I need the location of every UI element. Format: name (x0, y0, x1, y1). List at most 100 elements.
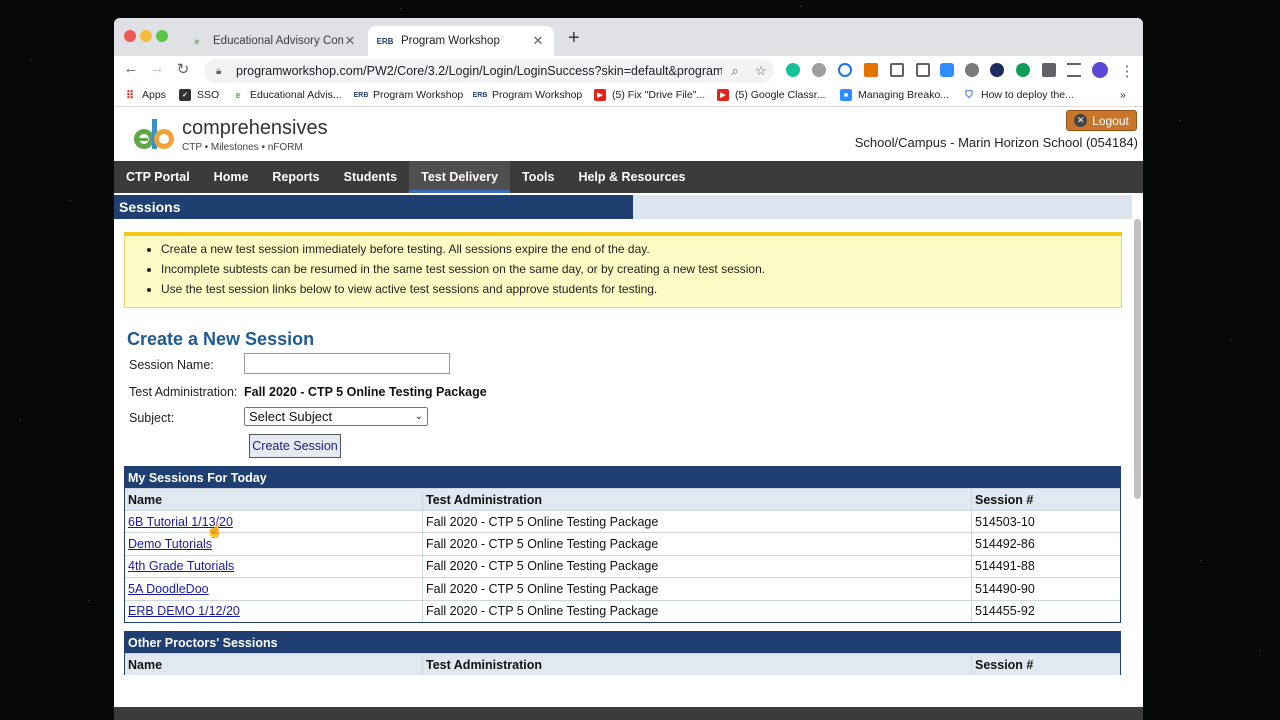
chevron-down-icon: ⌄ (414, 411, 423, 422)
session-link[interactable]: 5A DoodleDoo (128, 582, 209, 596)
bookmarks-bar: ⠿ Apps ✓ SSO e Educational Advis... ERB … (114, 86, 1143, 107)
table-cell: Fall 2020 - CTP 5 Online Testing Package (423, 511, 972, 533)
table-header-row: Name Test Administration Session # (125, 653, 1120, 675)
logout-button[interactable]: ✕ Logout (1066, 110, 1137, 131)
table-row: Demo Tutorials Fall 2020 - CTP 5 Online … (125, 532, 1120, 555)
more-menu-icon[interactable]: ⋮ (1116, 62, 1138, 80)
test-admin-value: Fall 2020 - CTP 5 Online Testing Package (244, 385, 487, 399)
erb-icon: ERB (472, 91, 488, 99)
table-row: ERB DEMO 1/12/20 Fall 2020 - CTP 5 Onlin… (125, 599, 1120, 622)
table-cell: Fall 2020 - CTP 5 Online Testing Package (423, 555, 972, 578)
bookmark-item[interactable]: ✓ SSO (179, 89, 219, 101)
sso-icon: ✓ (179, 89, 191, 101)
back-arrow-icon[interactable]: ← (120, 60, 142, 77)
browser-window: e Educational Advisory Company ✕ ERB Pro… (114, 18, 1143, 720)
extension-icon[interactable] (812, 63, 826, 77)
close-tab-icon[interactable]: ✕ (531, 33, 545, 49)
reload-icon[interactable]: ↻ (172, 60, 194, 78)
create-session-title: Create a New Session (127, 329, 315, 349)
erb-icon: e (235, 90, 241, 100)
column-header: Session # (975, 492, 1034, 507)
bookmark-item[interactable]: ▶ (5) Fix "Drive File"... (594, 89, 705, 101)
bookmark-item[interactable]: ▶ (5) Google Classr... (717, 89, 825, 101)
nav-students[interactable]: Students (332, 161, 409, 193)
session-link[interactable]: ERB DEMO 1/12/20 (128, 604, 240, 618)
main-nav: CTP Portal Home Reports Students Test De… (114, 161, 1143, 193)
page-scrollbar[interactable] (1134, 219, 1141, 499)
nav-help-resources[interactable]: Help & Resources (566, 161, 697, 193)
bookmark-item[interactable]: e Educational Advis... (232, 89, 341, 101)
bookmark-item[interactable]: ⠿ Apps (124, 89, 166, 102)
table-row: 4th Grade Tutorials Fall 2020 - CTP 5 On… (125, 554, 1120, 578)
zoom-extension-icon[interactable] (940, 63, 954, 77)
mouse-pointer-icon: ☝ (206, 522, 224, 538)
grammarly-extension-icon[interactable] (786, 63, 800, 77)
more-bookmarks-icon[interactable]: » (1120, 89, 1126, 101)
site-header: comprehensives CTP • Milestones • nFORM … (114, 107, 1143, 161)
youtube-icon: ▶ (717, 89, 729, 101)
test-admin-label: Test Administration: (129, 385, 238, 399)
table-header-row: Name Test Administration Session # (125, 488, 1120, 510)
column-header: Test Administration (423, 489, 972, 510)
nav-home[interactable]: Home (202, 161, 261, 193)
nav-test-delivery[interactable]: Test Delivery (409, 161, 511, 193)
close-circle-icon: ✕ (1074, 114, 1088, 127)
bookmark-item[interactable]: ERB Program Workshop (354, 89, 464, 101)
sessions-header-bar: Sessions (114, 195, 1143, 219)
maximize-window-icon[interactable] (156, 30, 168, 42)
address-bar[interactable]: 🔒︎ programworkshop.com/PW2/Core/3.2/Logi… (204, 59, 774, 83)
extension-icon[interactable] (864, 63, 878, 77)
forward-arrow-icon[interactable]: → (146, 60, 168, 77)
lock-icon: 🔒︎ (216, 65, 222, 77)
session-name-input[interactable] (244, 353, 450, 374)
puzzle-extensions-icon[interactable] (1042, 63, 1056, 77)
k-extension-icon[interactable] (990, 63, 1004, 77)
bookmark-item[interactable]: ■ Managing Breako... (840, 89, 949, 101)
instructions-notice: Create a new test session immediately be… (124, 232, 1122, 308)
session-name-label: Session Name: (129, 358, 214, 372)
column-header: Session # (975, 657, 1034, 672)
notice-item: Incomplete subtests can be resumed in th… (161, 263, 1121, 276)
profile-avatar[interactable] (1092, 62, 1108, 78)
bookmark-item[interactable]: ERB Program Workshop (472, 89, 583, 101)
comprehensives-logo[interactable]: comprehensives CTP • Milestones • nFORM (132, 117, 328, 153)
table-row: 5A DoodleDoo Fall 2020 - CTP 5 Online Te… (125, 577, 1120, 600)
table-cell: 514503-10 (975, 514, 1035, 529)
reading-list-icon[interactable] (1067, 63, 1081, 77)
subject-label: Subject: (129, 411, 175, 425)
minimize-window-icon[interactable] (140, 30, 152, 42)
extension-icon[interactable] (916, 63, 930, 77)
bookmark-star-icon[interactable]: ☆ (748, 63, 774, 79)
tab-program-workshop[interactable]: ERB Program Workshop ✕ (368, 26, 554, 56)
session-link[interactable]: Demo Tutorials (128, 537, 212, 551)
close-window-icon[interactable] (124, 30, 136, 42)
extension-icon[interactable] (965, 63, 979, 77)
new-tab-icon[interactable]: + (568, 27, 580, 50)
extension-icon[interactable] (1016, 63, 1030, 77)
nav-ctp-portal[interactable]: CTP Portal (114, 161, 202, 193)
extension-icon[interactable] (890, 63, 904, 77)
table-cell: 514491-88 (975, 559, 1035, 574)
close-tab-icon[interactable]: ✕ (343, 33, 357, 49)
subject-select[interactable]: Select Subject ⌄ (244, 407, 428, 426)
column-header: Name (125, 654, 423, 675)
extension-icon[interactable] (838, 63, 852, 77)
zoom-magnifier-icon[interactable]: ⌕ (722, 63, 748, 79)
nav-reports[interactable]: Reports (260, 161, 331, 193)
youtube-icon: ▶ (594, 89, 606, 101)
column-header: Test Administration (423, 654, 972, 675)
table-caption: Other Proctors' Sessions (125, 632, 1120, 653)
bookmark-item[interactable]: ⛉ How to deploy the... (963, 89, 1074, 101)
campus-label: School/Campus - Marin Horizon School (05… (854, 135, 1138, 150)
table-caption: My Sessions For Today (125, 467, 1120, 488)
session-link[interactable]: 4th Grade Tutorials (128, 559, 234, 573)
table-cell: 514490-90 (975, 581, 1035, 596)
my-sessions-table: My Sessions For Today Name Test Administ… (124, 466, 1121, 623)
tab-educational-advisory[interactable]: e Educational Advisory Company ✕ (180, 26, 366, 56)
notice-item: Use the test session links below to view… (161, 283, 1121, 296)
table-row: 6B Tutorial 1/13/20 Fall 2020 - CTP 5 On… (125, 510, 1120, 533)
create-session-button[interactable]: Create Session (249, 434, 341, 458)
table-cell: Fall 2020 - CTP 5 Online Testing Package (423, 578, 972, 600)
table-cell: Fall 2020 - CTP 5 Online Testing Package (423, 533, 972, 555)
nav-tools[interactable]: Tools (510, 161, 566, 193)
